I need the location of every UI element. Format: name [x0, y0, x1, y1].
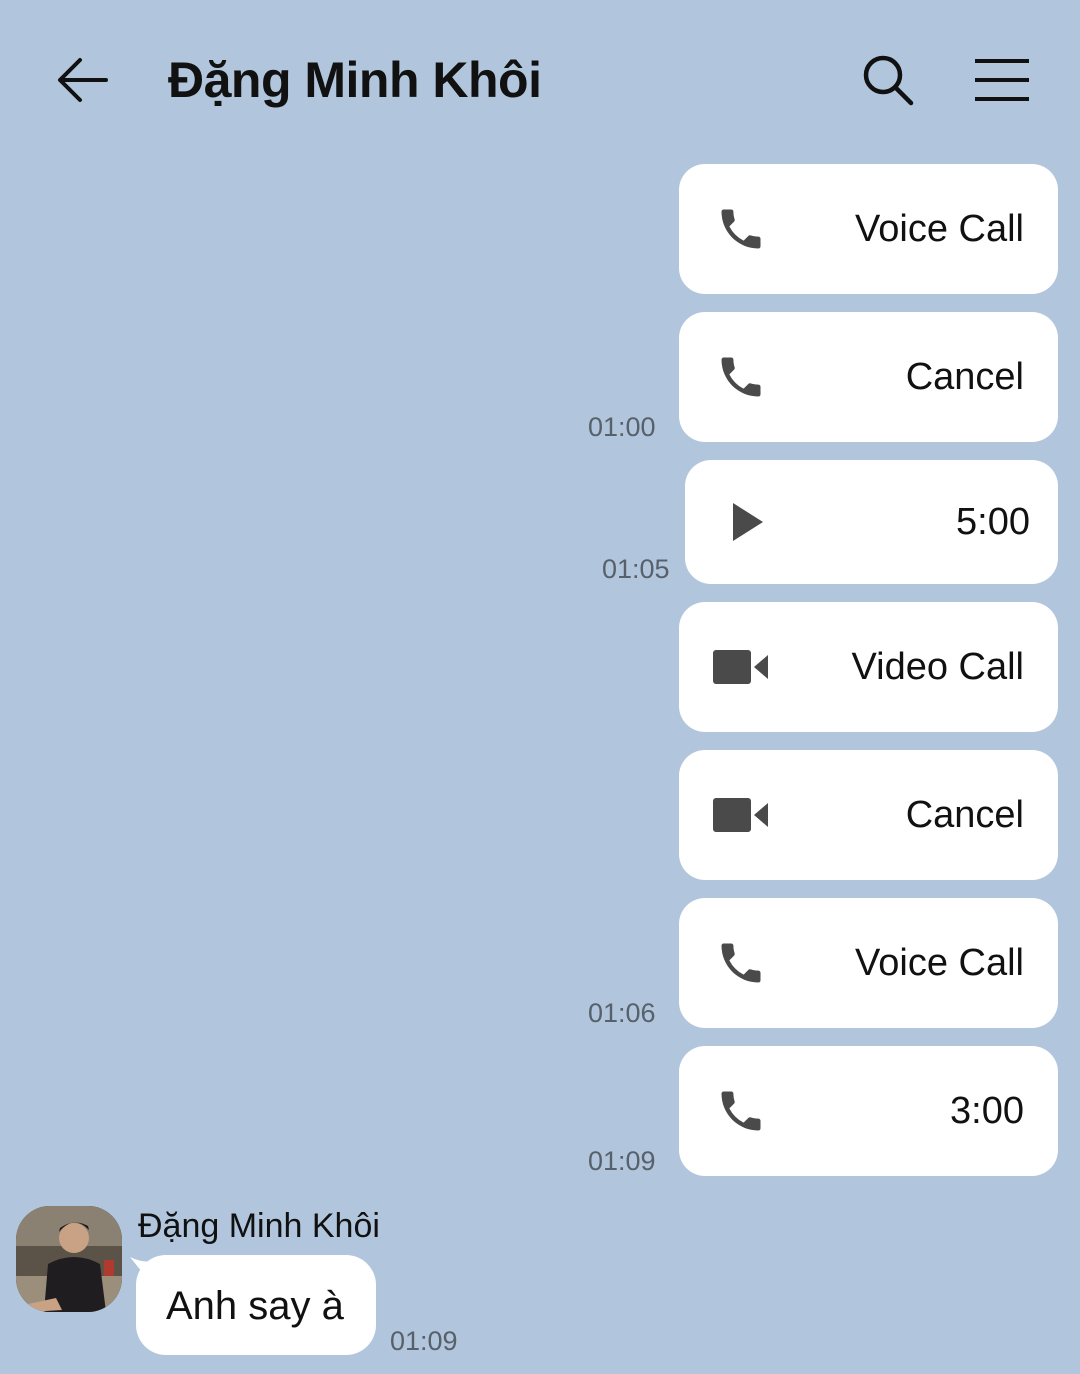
play-icon[interactable] — [719, 494, 775, 550]
message-time: 01:09 — [390, 1326, 458, 1356]
message-label: Voice Call — [855, 942, 1024, 984]
search-button[interactable] — [856, 48, 920, 112]
message-label: Cancel — [905, 794, 1024, 836]
message-label: Voice Call — [855, 208, 1024, 250]
back-button[interactable] — [50, 48, 114, 112]
call-message[interactable]: Cancel — [679, 312, 1058, 442]
phone-icon — [713, 935, 769, 991]
call-message[interactable]: 3:00 — [679, 1046, 1058, 1176]
menu-button[interactable] — [966, 48, 1038, 112]
sender-name: Đặng Minh Khôi — [138, 1207, 380, 1245]
message-label: Cancel — [905, 356, 1024, 398]
arrow-left-icon — [58, 58, 108, 102]
page-title: Đặng Minh Khôi — [168, 52, 542, 108]
avatar[interactable] — [16, 1206, 122, 1312]
message-time: 01:09 — [588, 1146, 656, 1176]
menu-icon — [975, 59, 1029, 101]
message-label: Video Call — [851, 646, 1024, 688]
message-text: Anh say à — [166, 1284, 344, 1328]
message-label: 5:00 — [956, 501, 1030, 543]
message-time: 01:05 — [602, 554, 670, 584]
video-camera-icon — [713, 639, 769, 695]
video-camera-icon — [713, 787, 769, 843]
message-label: 3:00 — [950, 1090, 1024, 1132]
message-time: 01:06 — [588, 998, 656, 1028]
phone-icon — [713, 201, 769, 257]
voice-message[interactable]: 5:00 — [685, 460, 1058, 584]
search-icon — [863, 55, 914, 106]
call-message[interactable]: Cancel — [679, 750, 1058, 880]
call-message[interactable]: Voice Call — [679, 898, 1058, 1028]
message-time: 01:00 — [588, 412, 656, 442]
call-message[interactable]: Video Call — [679, 602, 1058, 732]
chat-header: Đặng Minh Khôi — [0, 0, 1080, 160]
phone-icon — [713, 1083, 769, 1139]
phone-icon — [713, 349, 769, 405]
incoming-message[interactable]: Anh say à — [136, 1255, 376, 1355]
call-message[interactable]: Voice Call — [679, 164, 1058, 294]
